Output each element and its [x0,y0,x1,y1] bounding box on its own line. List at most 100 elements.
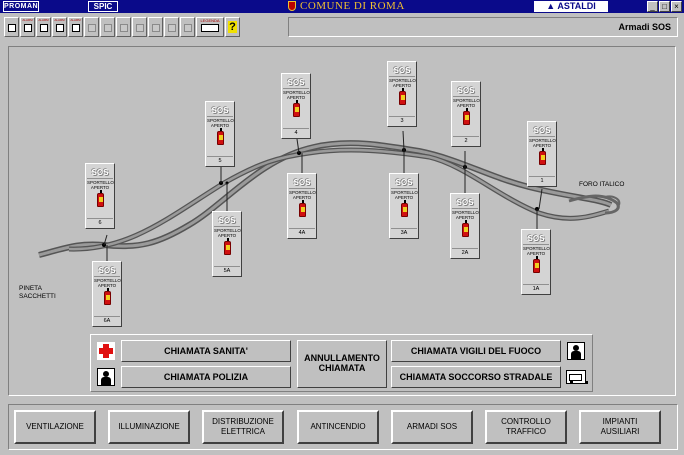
cabinet-id: 2A [452,248,478,256]
nav-controllo-traffico[interactable]: CONTROLLO TRAFFICO [485,410,567,444]
window-icon [56,24,64,32]
extinguisher-icon [224,238,231,255]
call-police-button[interactable]: CHIAMATA POLIZIA [121,366,291,388]
alarm-button-1[interactable]: ALARM [20,17,35,37]
door-open-status: SPORTELLO APERTO [289,190,316,200]
sos-cabinet-5a[interactable]: SOS SPORTELLO APERTO 5A [212,211,242,277]
tool-button-6[interactable] [100,17,115,37]
minus-icon [40,24,48,32]
place-west-line2: SACCHETTI [19,293,56,300]
bottom-nav: VENTILAZIONE ILLUMINAZIONE DISTRIBUZIONE… [8,404,678,450]
place-foro-italico: FORO ITALICO [579,181,625,188]
maximize-button[interactable]: □ [659,1,670,12]
door-open-status: SPORTELLO APERTO [452,210,479,220]
tool-icon [152,24,160,32]
astaldi-label: ASTALDI [557,1,596,11]
door-open-status: SPORTELLO APERTO [453,98,480,108]
tool-button-9[interactable] [148,17,163,37]
cabinet-id: 5 [207,156,233,164]
sos-cabinet-2a[interactable]: SOS SPORTELLO APERTO 2A [450,193,480,259]
extinguisher-icon [533,256,540,273]
tool-icon [104,24,112,32]
cancel-call-button[interactable]: ANNULLAMENTO CHIAMATA [297,340,387,388]
comune-title: COMUNE DI ROMA [288,0,405,13]
minimize-button[interactable]: _ [647,1,658,12]
extinguisher-icon [97,190,104,207]
legenda-button[interactable]: LEGENDA [196,17,224,37]
comune-label: COMUNE DI ROMA [300,0,405,12]
help-icon: ? [228,21,237,33]
title-bar: PROMAN SPIC COMUNE DI ROMA ▲ ASTALDI _ □… [0,0,684,13]
cabinet-id: 1 [529,176,555,184]
alarm-button-3[interactable]: ALARM [52,17,67,37]
legend-icon [201,24,219,32]
crest-icon [288,1,296,12]
sos-cabinet-6a[interactable]: SOS SPORTELLO APERTO 6A [92,261,122,327]
call-health-button[interactable]: CHIAMATA SANITA' [121,340,291,362]
call-road-assistance-button[interactable]: CHIAMATA SOCCORSO STRADALE [391,366,561,388]
cabinet-id: 3A [391,228,417,236]
tool-button-8[interactable] [132,17,147,37]
astaldi-logo: ▲ ASTALDI [534,1,608,12]
nav-antincendio[interactable]: ANTINCENDIO [297,410,379,444]
extinguisher-icon [217,128,224,145]
monitor-button[interactable] [4,17,19,37]
door-open-status: SPORTELLO APERTO [389,78,416,88]
door-open-status: SPORTELLO APERTO [207,118,234,128]
sos-cabinet-4a[interactable]: SOS SPORTELLO APERTO 4A [287,173,317,239]
close-button[interactable]: × [671,1,682,12]
nav-illuminazione[interactable]: ILLUMINAZIONE [108,410,190,444]
section-label: Armadi SOS [288,17,678,37]
cabinet-id: 1A [523,284,549,292]
toolbar: ALARM ALARM ALARM ALARM LEGENDA ? [4,17,240,39]
alarm-button-4[interactable]: ALARM [68,17,83,37]
cabinet-id: 6A [94,316,120,324]
tool-button-11[interactable] [180,17,195,37]
call-firefighters-button[interactable]: CHIAMATA VIGILI DEL FUOCO [391,340,561,362]
police-icon [95,366,117,388]
door-open-status: SPORTELLO APERTO [94,278,121,288]
extinguisher-icon [293,100,300,117]
tool-icon [184,24,192,32]
sos-cabinet-3[interactable]: SOS SPORTELLO APERTO 3 [387,61,417,127]
cancel-call-line1: ANNULLAMENTO [304,353,380,363]
alarm-button-2[interactable]: ALARM [36,17,51,37]
extinguisher-icon [299,200,306,217]
tool-button-7[interactable] [116,17,131,37]
cabinet-id: 3 [389,116,415,124]
tool-button-5[interactable] [84,17,99,37]
tow-truck-icon [565,366,588,388]
cabinet-id: 5A [214,266,240,274]
sos-cabinet-5[interactable]: SOS SPORTELLO APERTO 5 [205,101,235,167]
door-open-status: SPORTELLO APERTO [523,246,550,256]
sos-cabinet-4[interactable]: SOS SPORTELLO APERTO 4 [281,73,311,139]
nav-armadi-sos[interactable]: ARMADI SOS [391,410,473,444]
sos-cabinet-6[interactable]: SOS SPORTELLO APERTO 6 [85,163,115,229]
tool-icon [88,24,96,32]
sos-cabinet-1a[interactable]: SOS SPORTELLO APERTO 1A [521,229,551,295]
cabinet-id: 4A [289,228,315,236]
place-pineta-sacchetti: PINETA SACCHETTI [19,285,56,301]
tool-button-10[interactable] [164,17,179,37]
cancel-call-line2: CHIAMATA [318,363,366,373]
help-button[interactable]: ? [225,17,240,37]
tool-icon [120,24,128,32]
sos-cabinet-1[interactable]: SOS SPORTELLO APERTO 1 [527,121,557,187]
nav-distribuzione-elettrica[interactable]: DISTRIBUZIONE ELETTRICA [202,410,284,444]
firefighter-icon [565,340,587,362]
extinguisher-icon [462,220,469,237]
extinguisher-icon [399,88,406,105]
red-cross-icon [95,340,117,362]
cabinet-id: 4 [283,128,309,136]
nav-ventilazione[interactable]: VENTILAZIONE [14,410,96,444]
check-icon [24,24,32,32]
door-open-status: SPORTELLO APERTO [283,90,310,100]
nav-impianti-ausiliari[interactable]: IMPIANTI AUSILIARI [579,410,661,444]
monitor-icon [8,24,16,32]
folder-icon [72,24,80,32]
sos-cabinet-3a[interactable]: SOS SPORTELLO APERTO 3A [389,173,419,239]
extinguisher-icon [539,148,546,165]
spic-logo: SPIC [88,1,118,12]
window-controls: _ □ × [647,1,682,12]
sos-cabinet-2[interactable]: SOS SPORTELLO APERTO 2 [451,81,481,147]
